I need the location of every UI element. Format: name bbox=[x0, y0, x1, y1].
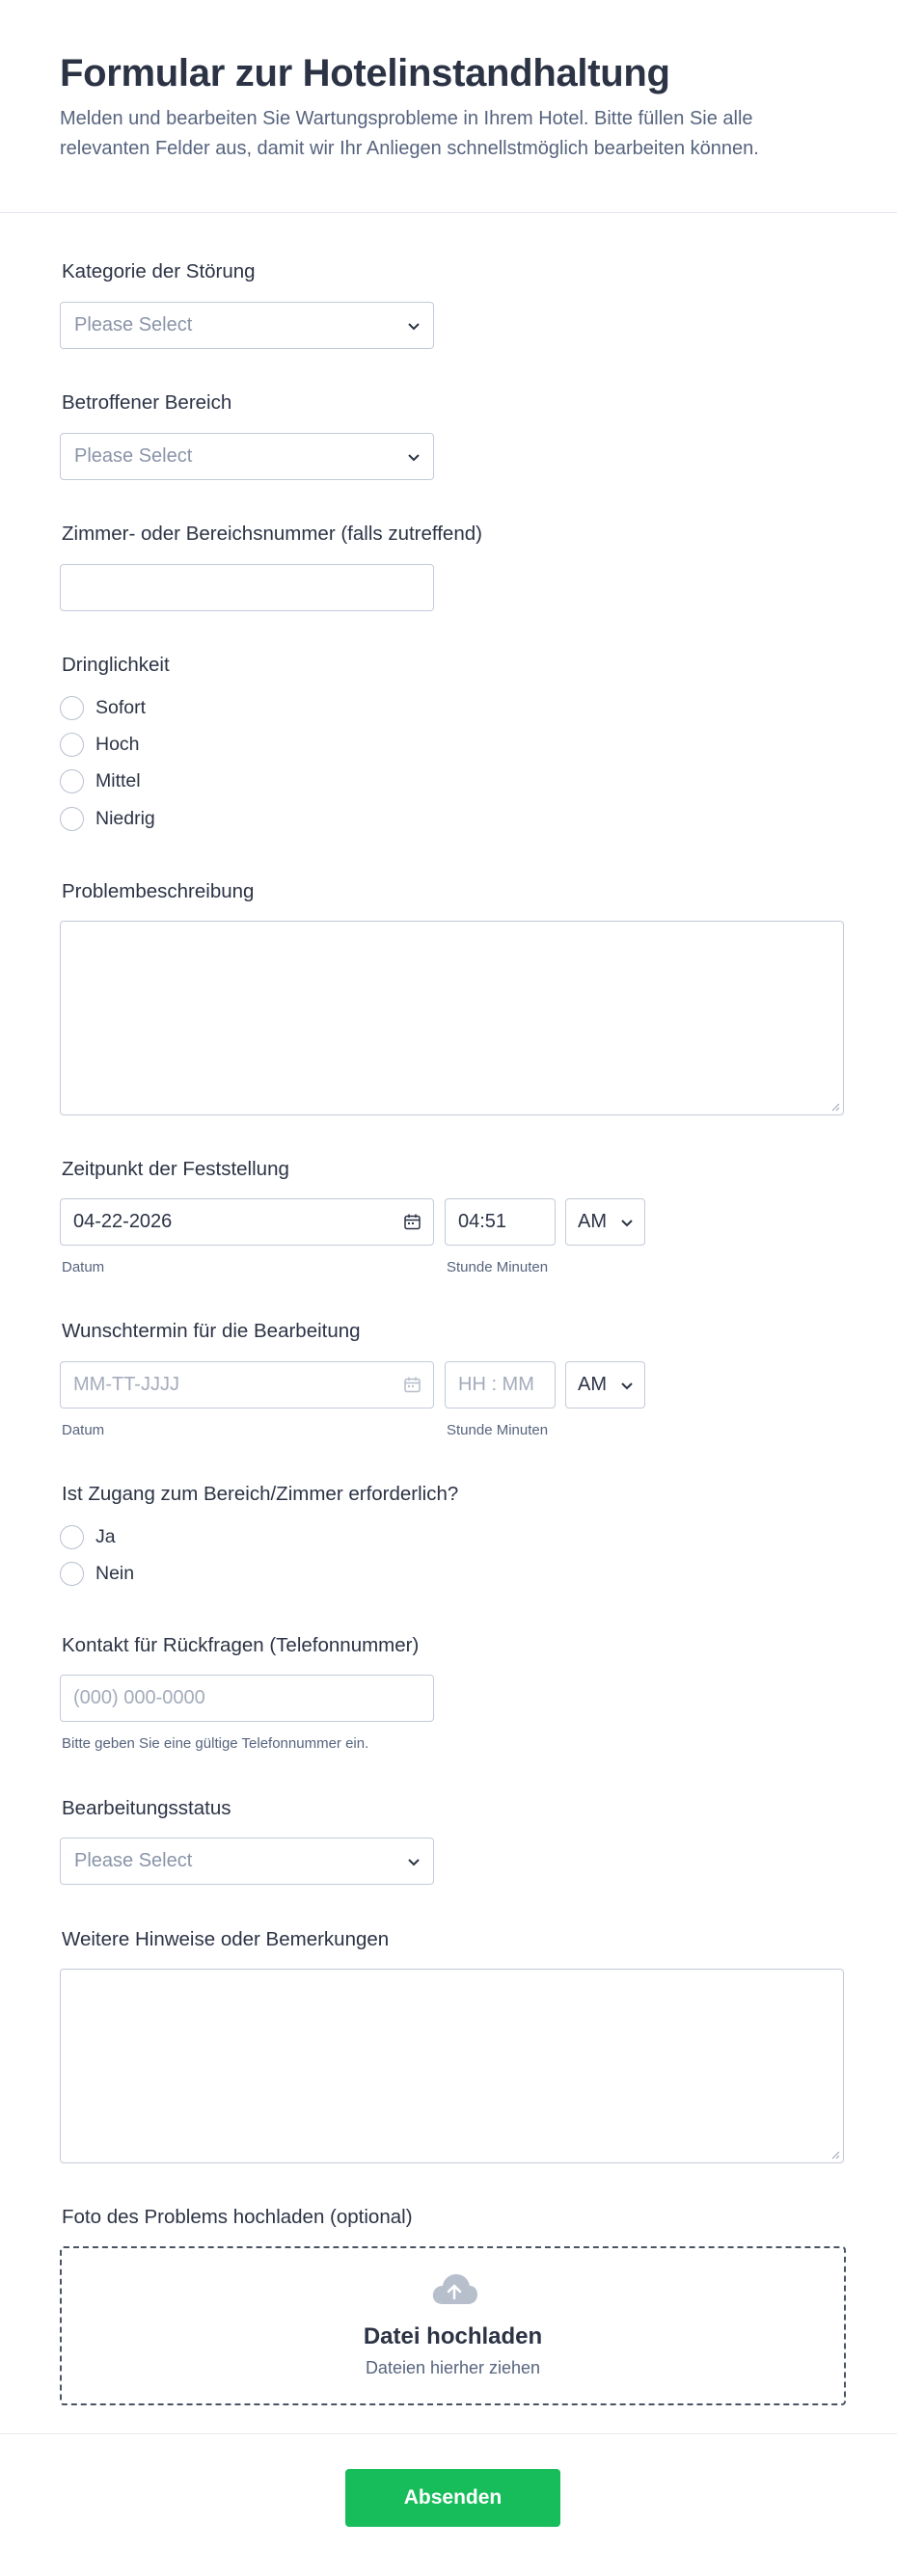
urgency-label: Dringlichkeit bbox=[62, 654, 170, 676]
radio-label: Ja bbox=[95, 1525, 116, 1547]
form-title: Formular zur Hotelinstandhaltung bbox=[60, 52, 670, 94]
radio-label: Hoch bbox=[95, 733, 140, 755]
form-subtitle: Melden und bearbeiten Sie Wartungsproble… bbox=[60, 108, 759, 159]
area-label: Betroffener Bereich bbox=[62, 391, 232, 414]
category-label: Kategorie der Störung bbox=[62, 260, 256, 282]
submit-button[interactable]: Absenden bbox=[345, 2469, 560, 2527]
urgency-option-hoch[interactable]: Hoch bbox=[60, 731, 140, 758]
radio-button[interactable] bbox=[60, 1524, 84, 1549]
status-label: Bearbeitungsstatus bbox=[62, 1797, 231, 1819]
upload-title: Datei hochladen bbox=[363, 2323, 543, 2349]
room-label: Zimmer- oder Bereichsnummer (falls zutre… bbox=[62, 523, 482, 545]
detected-label: Zeitpunkt der Feststellung bbox=[62, 1158, 289, 1180]
detected-time-input[interactable]: 04:51 bbox=[445, 1198, 556, 1246]
radio-button[interactable] bbox=[60, 732, 84, 757]
urgency-option-mittel[interactable]: Mittel bbox=[60, 767, 141, 794]
preferred-date-sublabel: Datum bbox=[62, 1422, 105, 1438]
upload-subtitle: Dateien hierher ziehen bbox=[365, 2358, 541, 2377]
chevron-down-icon bbox=[408, 454, 420, 462]
radio-label: Niedrig bbox=[95, 807, 155, 829]
preferred-label: Wunschtermin für die Bearbeitung bbox=[62, 1320, 361, 1342]
access-option-nein[interactable]: Nein bbox=[60, 1560, 134, 1587]
chevron-down-icon bbox=[408, 1859, 420, 1866]
preferred-date-input[interactable]: MM-TT-JJJJ bbox=[60, 1361, 434, 1409]
radio-label: Sofort bbox=[95, 696, 147, 718]
chevron-down-icon bbox=[621, 1220, 633, 1227]
resize-grip-icon[interactable] bbox=[830, 2150, 840, 2160]
radio-label: Mittel bbox=[95, 769, 141, 792]
radio-button[interactable] bbox=[60, 1561, 84, 1586]
radio-button[interactable] bbox=[60, 768, 84, 793]
resize-grip-icon[interactable] bbox=[830, 1102, 840, 1112]
radio-button[interactable] bbox=[60, 695, 84, 720]
preferred-date-placeholder: MM-TT-JJJJ bbox=[73, 1374, 179, 1395]
upload-label: Foto des Problems hochladen (optional) bbox=[62, 2206, 413, 2228]
area-select[interactable]: Please Select bbox=[60, 433, 434, 480]
contact-label: Kontakt für Rückfragen (Telefonnummer) bbox=[62, 1634, 420, 1656]
detected-date-value: 04-22-2026 bbox=[73, 1211, 173, 1232]
notes-label: Weitere Hinweise oder Bemerkungen bbox=[62, 1928, 390, 1950]
status-select[interactable]: Please Select bbox=[60, 1838, 434, 1885]
access-option-ja[interactable]: Ja bbox=[60, 1523, 116, 1550]
description-label: Problembeschreibung bbox=[62, 880, 255, 902]
chevron-down-icon bbox=[621, 1382, 633, 1390]
status-select-value: Please Select bbox=[74, 1850, 193, 1871]
notes-textarea[interactable] bbox=[60, 1969, 844, 2163]
urgency-option-niedrig[interactable]: Niedrig bbox=[60, 805, 155, 832]
radio-label: Nein bbox=[95, 1562, 135, 1584]
preferred-time-input[interactable]: HH : MM bbox=[445, 1361, 556, 1409]
form-header: Formular zur Hotelinstandhaltung Melden … bbox=[0, 0, 897, 213]
phone-input[interactable]: (000) 000-0000 bbox=[60, 1675, 434, 1722]
chevron-down-icon bbox=[408, 323, 420, 331]
cloud-upload-icon bbox=[432, 2274, 477, 2304]
category-select-value: Please Select bbox=[74, 314, 193, 335]
preferred-ampm-select[interactable]: AM bbox=[565, 1361, 645, 1409]
room-input[interactable] bbox=[60, 564, 434, 611]
radio-button[interactable] bbox=[60, 806, 84, 831]
detected-ampm-value: AM bbox=[578, 1211, 607, 1232]
area-select-value: Please Select bbox=[74, 445, 193, 467]
preferred-time-sublabel: Stunde Minuten bbox=[447, 1422, 549, 1438]
calendar-icon[interactable] bbox=[403, 1213, 421, 1231]
phone-hint: Bitte geben Sie eine gültige Telefonnumm… bbox=[62, 1735, 369, 1752]
file-upload-dropzone[interactable]: Datei hochladen Dateien hierher ziehen bbox=[60, 2246, 846, 2405]
preferred-ampm-value: AM bbox=[578, 1374, 607, 1395]
access-label: Ist Zugang zum Bereich/Zimmer erforderli… bbox=[62, 1483, 459, 1505]
detected-time-sublabel: Stunde Minuten bbox=[447, 1259, 549, 1275]
category-select[interactable]: Please Select bbox=[60, 302, 434, 349]
detected-ampm-select[interactable]: AM bbox=[565, 1198, 645, 1246]
description-textarea[interactable] bbox=[60, 921, 844, 1115]
detected-date-sublabel: Datum bbox=[62, 1259, 105, 1275]
urgency-option-sofort[interactable]: Sofort bbox=[60, 694, 146, 721]
calendar-icon[interactable] bbox=[403, 1376, 421, 1394]
detected-date-input[interactable]: 04-22-2026 bbox=[60, 1198, 434, 1246]
